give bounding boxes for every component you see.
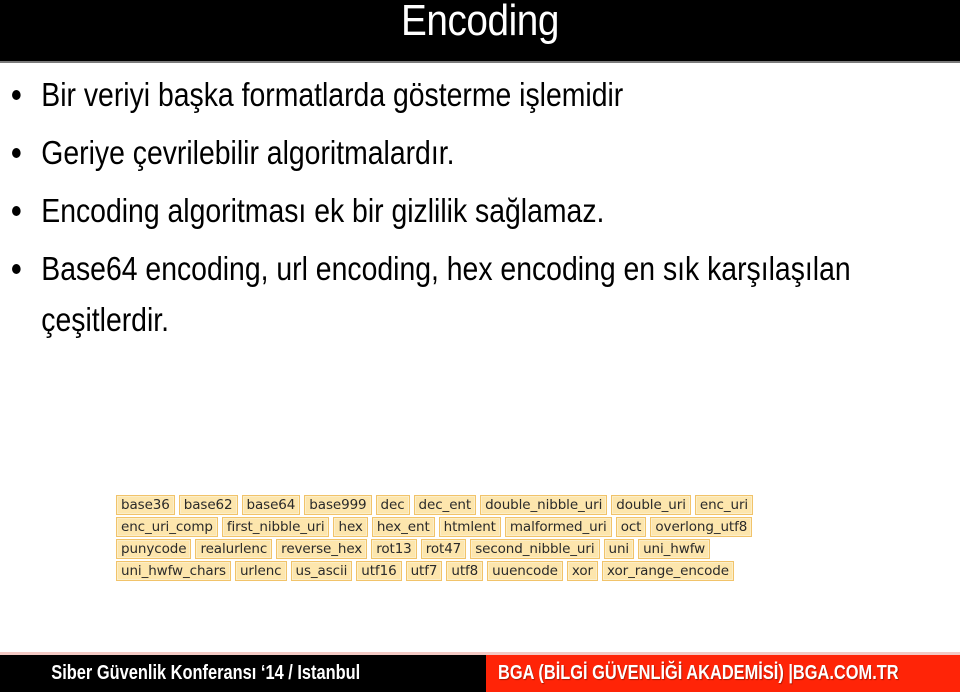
encoding-tag[interactable]: first_nibble_uri [221, 517, 330, 537]
bullet-item: Geriye çevrilebilir algoritmalardır. [0, 124, 826, 182]
encoding-tag[interactable]: hex_ent [371, 517, 435, 537]
encoding-tag[interactable]: malformed_uri [504, 517, 612, 537]
encoding-tag[interactable]: uni [603, 539, 635, 559]
encoding-tag[interactable]: base36 [116, 495, 175, 515]
encoding-tag[interactable]: realurlenc [195, 539, 273, 559]
encoding-tag[interactable]: double_nibble_uri [480, 495, 608, 515]
bullet-list: Bir veriyi başka formatlarda gösterme iş… [0, 66, 960, 345]
encoding-tag[interactable]: enc_uri [694, 495, 754, 515]
encoding-tag[interactable]: urlenc [234, 561, 287, 581]
encoding-tag[interactable]: uuencode [487, 561, 563, 581]
footer-conference: Siber Güvenlik Konferansı ‘14 / Istanbul [0, 655, 486, 692]
bullet-item: Encoding algoritması ek bir gizlilik sağ… [0, 182, 826, 240]
bullet-text: Bir veriyi başka formatlarda gösterme iş… [41, 76, 624, 113]
encoding-tag[interactable]: base64 [241, 495, 301, 515]
encoding-tag[interactable]: xor [566, 561, 598, 581]
bullet-dot-icon [12, 90, 21, 100]
encoding-tag[interactable]: uni_hwfw [638, 539, 711, 559]
encoding-tag[interactable]: base999 [304, 495, 372, 515]
tag-row: enc_uri_comp first_nibble_uri hex hex_ent ht… [116, 517, 856, 537]
encoding-tag[interactable]: utf16 [356, 561, 402, 581]
encoding-tag[interactable]: utf7 [405, 561, 443, 581]
encoding-tag[interactable]: oct [615, 517, 647, 537]
encoding-tag[interactable]: reverse_hex [276, 539, 368, 559]
encoding-tag[interactable]: hex [333, 517, 368, 537]
encoding-tag[interactable]: rot13 [371, 539, 417, 559]
bullet-item: Base64 encoding, url encoding, hex encod… [0, 240, 851, 345]
footer-brand: BGA (BİLGİ GÜVENLİĞİ AKADEMİSİ) |BGA.COM… [486, 655, 960, 692]
tag-row: uni_hwfw_chars urlenc us_ascii utf16 utf7 utf… [116, 561, 856, 581]
encoding-tag[interactable]: dec [375, 495, 410, 515]
encoding-tag[interactable]: htmlent [438, 517, 501, 537]
encoding-tag[interactable]: uni_hwfw_chars [116, 561, 231, 581]
bullet-text: Base64 encoding, url encoding, hex encod… [41, 250, 851, 338]
bullet-dot-icon [12, 148, 21, 158]
bullet-dot-icon [12, 206, 21, 216]
tag-row: punycode realurlenc reverse_hex rot13 rot47 s… [116, 539, 856, 559]
encoding-tag[interactable]: base62 [178, 495, 238, 515]
encoding-tag[interactable]: double_uri [611, 495, 691, 515]
slide-title: Encoding [401, 0, 559, 45]
tag-row: base36 base62 base64 base999 dec dec_ent doubl… [116, 495, 856, 515]
encoding-tag[interactable]: utf8 [446, 561, 484, 581]
encoding-tag[interactable]: rot47 [420, 539, 467, 559]
encoding-tag[interactable]: us_ascii [290, 561, 353, 581]
encoding-tag[interactable]: overlong_utf8 [650, 517, 753, 537]
bullet-item: Bir veriyi başka formatlarda gösterme iş… [0, 66, 826, 124]
encoding-tag[interactable]: punycode [116, 539, 192, 559]
bullet-text: Geriye çevrilebilir algoritmalardır. [41, 134, 455, 171]
encoding-tag[interactable]: xor_range_encode [601, 561, 734, 581]
bullet-dot-icon [12, 264, 21, 274]
encoding-tag[interactable]: dec_ent [413, 495, 477, 515]
encoding-tag[interactable]: enc_uri_comp [116, 517, 218, 537]
bullet-text: Encoding algoritması ek bir gizlilik sağ… [41, 192, 605, 229]
footer-conference-text: Siber Güvenlik Konferansı ‘14 / Istanbul [51, 662, 361, 684]
slide-header: Encoding [0, 0, 960, 63]
encoding-tag[interactable]: second_nibble_uri [470, 539, 600, 559]
footer-brand-text: BGA (BİLGİ GÜVENLİĞİ AKADEMİSİ) |BGA.COM… [498, 662, 899, 684]
encoding-tag-cloud: base36 base62 base64 base999 dec dec_ent doubl… [116, 495, 856, 583]
